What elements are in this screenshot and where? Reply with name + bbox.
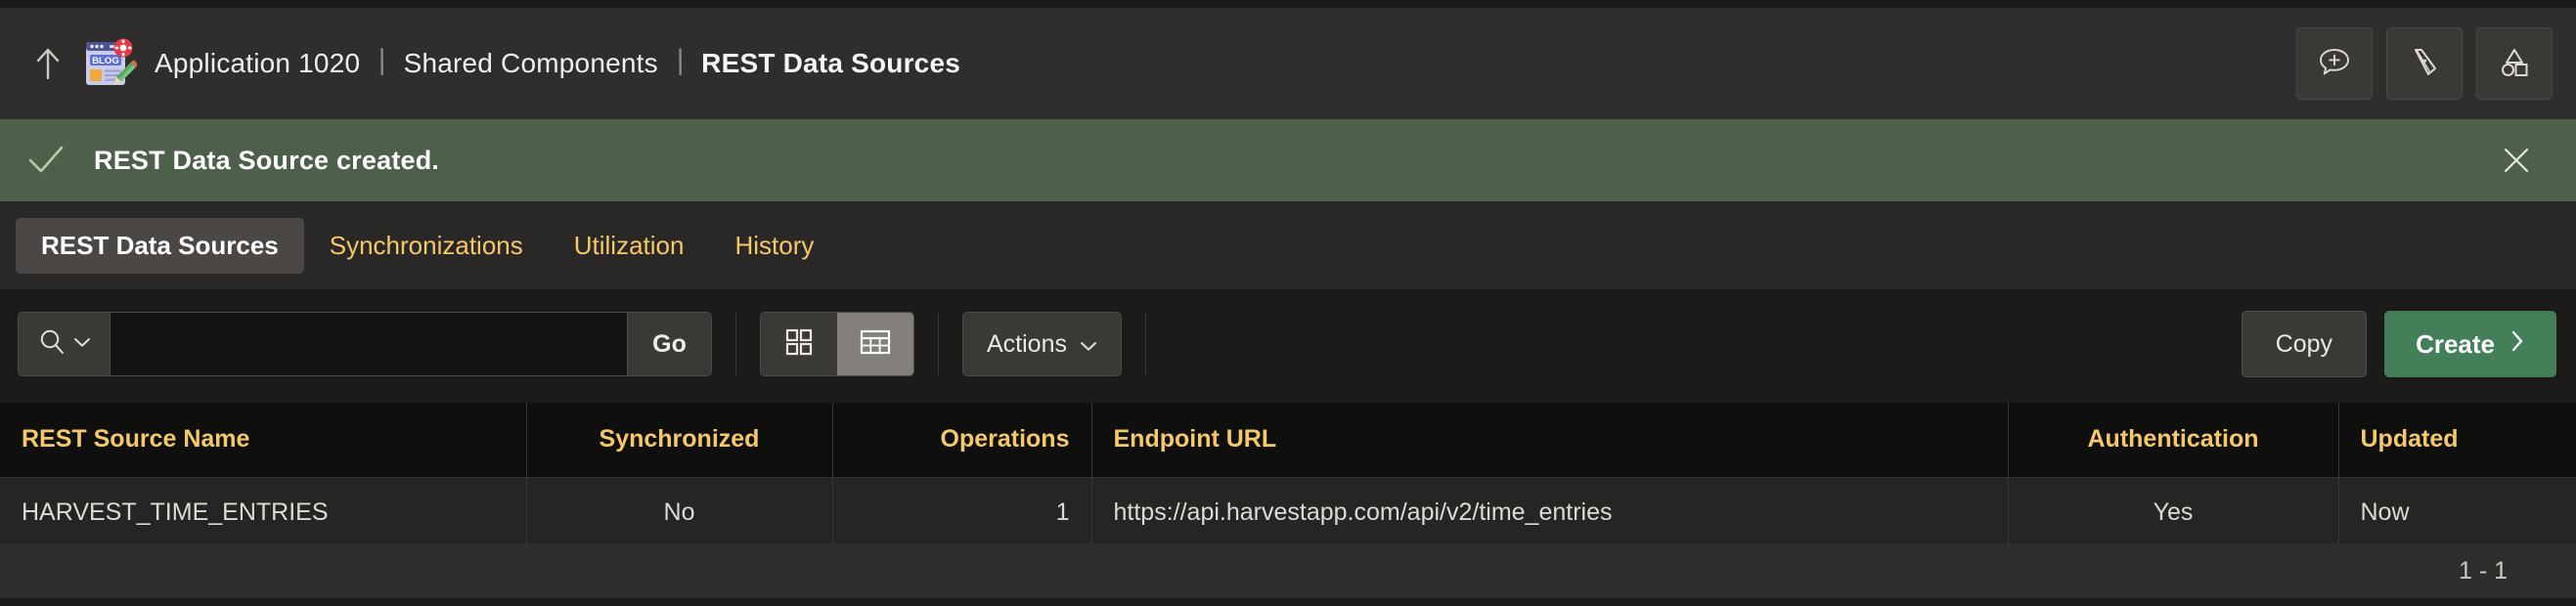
toolbar-divider [938,312,939,376]
quick-edit-button[interactable] [2476,27,2553,100]
blog-app-icon: BLOG [80,35,139,92]
actions-label: Actions [987,329,1067,358]
pagination-bar: 1 - 1 [0,543,2576,598]
quick-edit-shapes-icon [2496,44,2533,84]
toolbar-divider [1144,312,1146,376]
cell-endpoint-url: https://api.harvestapp.com/api/v2/time_e… [1091,476,2009,547]
breadcrumb-item-application[interactable]: Application 1020 [155,48,360,79]
svg-text:BLOG: BLOG [92,56,118,66]
cell-rest-source-name[interactable]: HARVEST_TIME_ENTRIES [0,476,527,547]
tab-history[interactable]: History [709,218,839,274]
report-grid: REST Source Name Synchronized Operations… [0,403,2576,547]
breadcrumb-separator: \ [373,42,391,83]
report-toolbar: Go Actions Copy Create [0,289,2576,399]
cell-synchronized: No [526,476,833,547]
create-button[interactable]: Create [2384,311,2556,377]
success-notification: REST Data Source created. [0,119,2576,201]
tab-synchronizations[interactable]: Synchronizations [304,218,549,274]
cell-operations: 1 [832,476,1092,547]
tab-rest-data-sources[interactable]: REST Data Sources [16,217,304,274]
notification-close-button[interactable] [2496,140,2537,181]
toolbar-divider [735,312,736,376]
table-row: HARVEST_TIME_ENTRIES No 1 https://api.ha… [0,476,2576,547]
create-label: Create [2416,328,2495,359]
cell-updated: Now [2338,476,2576,547]
rest-data-sources-report: REST Source Name Synchronized Operations… [0,403,2576,547]
breadcrumb-item-rest-data-sources: REST Data Sources [701,48,960,78]
column-header-updated[interactable]: Updated [2338,403,2576,477]
cell-authentication: Yes [2008,476,2339,547]
column-header-authentication[interactable]: Authentication [2008,403,2339,477]
tab-bar: REST Data Sources Synchronizations Utili… [0,201,2576,289]
actions-menu-button[interactable]: Actions [962,312,1122,376]
breadcrumb-item-shared-components[interactable]: Shared Components [404,48,658,79]
topbar-actions [2296,27,2553,100]
chevron-down-icon [1080,330,1097,359]
table-header-row: REST Source Name Synchronized Operations… [0,403,2576,477]
add-comment-button[interactable] [2296,27,2373,100]
pagination-range: 1 - 1 [2458,556,2508,584]
breadcrumb-separator: \ [671,42,688,83]
grid-view-icon [859,327,892,362]
cards-view-button[interactable] [761,313,837,375]
cards-view-icon [783,326,815,363]
back-up-arrow-icon[interactable] [27,43,68,84]
view-toggle-group [760,312,914,376]
grid-view-button[interactable] [837,313,913,375]
search-column-dropdown[interactable] [19,313,111,375]
column-header-endpoint-url[interactable]: Endpoint URL [1091,403,2009,477]
column-header-synchronized[interactable]: Synchronized [526,403,833,477]
breadcrumb: Application 1020 \ Shared Components \ R… [155,43,960,83]
column-header-rest-source-name[interactable]: REST Source Name [0,403,527,477]
bottom-strip [0,598,2576,606]
tab-utilization[interactable]: Utilization [549,218,710,274]
copy-button[interactable]: Copy [2241,311,2368,377]
chevron-right-icon [2510,329,2525,360]
toolbar-right-actions: Copy Create [2241,311,2556,377]
add-comment-icon [2317,44,2352,84]
theme-roller-icon [2407,44,2442,84]
search-icon [37,327,67,362]
column-header-operations[interactable]: Operations [832,403,1092,477]
search-bar: Go [18,312,712,376]
top-breadcrumb-bar: BLOG Application 1020 \ Shared Component… [0,8,2576,119]
search-input[interactable] [111,313,627,375]
search-go-button[interactable]: Go [627,313,711,375]
theme-roller-button[interactable] [2386,27,2463,100]
notification-message: REST Data Source created. [94,145,440,175]
check-icon [20,143,72,178]
chevron-down-icon [73,335,91,353]
